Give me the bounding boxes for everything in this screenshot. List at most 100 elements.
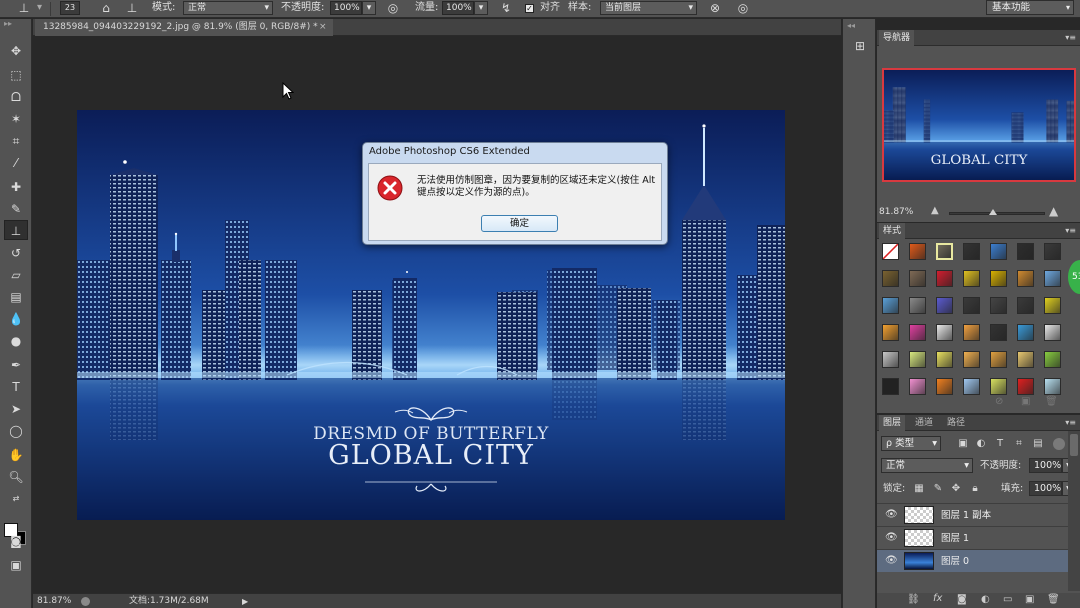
tab-layers[interactable]: 图层 [879, 415, 906, 431]
layer-style-icon[interactable]: fx [933, 593, 942, 604]
style-swatch[interactable] [882, 324, 899, 341]
mode-select[interactable]: 正常 ▾ [183, 1, 273, 15]
sample-select[interactable]: 当前图层 ▾ [600, 1, 697, 15]
style-swatch[interactable] [990, 297, 1007, 314]
style-swatch[interactable] [990, 270, 1007, 287]
pen-tool-icon[interactable]: ✒ [4, 355, 28, 375]
layer-name[interactable]: 图层 0 [941, 550, 969, 573]
eyedropper-tool-icon[interactable]: ⁄ [4, 153, 28, 173]
tab-paths[interactable]: 路径 [943, 415, 969, 431]
style-swatch[interactable] [963, 351, 980, 368]
style-swatch[interactable] [1017, 351, 1034, 368]
style-swatch[interactable] [936, 243, 953, 260]
tab-channels[interactable]: 通道 [911, 415, 937, 431]
history-brush-tool-icon[interactable]: ↺ [4, 243, 28, 263]
screen-mode-icon[interactable]: ▣ [4, 555, 28, 575]
delete-style-icon[interactable]: 🗑︎ [1045, 396, 1058, 407]
airbrush-icon[interactable]: ↯ [496, 0, 516, 18]
style-swatch[interactable] [909, 243, 926, 260]
type-tool-icon[interactable]: T [4, 377, 28, 397]
style-swatch[interactable] [882, 351, 899, 368]
pressure-size-icon[interactable]: ◎ [733, 0, 753, 18]
status-zoom[interactable]: 81.87% [37, 594, 71, 608]
eraser-tool-icon[interactable]: ▱ [4, 265, 28, 285]
filter-toggle-icon[interactable] [1053, 438, 1065, 450]
layer-row[interactable]: 👁︎ 图层 1 副本 [877, 503, 1068, 526]
tab-navigator[interactable]: 导航器 [879, 30, 915, 46]
style-swatch[interactable] [1044, 243, 1061, 260]
style-swatch[interactable] [1044, 324, 1061, 341]
style-swatch[interactable] [1017, 324, 1034, 341]
zoom-in-icon[interactable]: ▲ [1049, 204, 1058, 218]
new-layer-icon[interactable]: ▣ [1025, 594, 1034, 605]
panel-grip-icon[interactable]: ◂◂ [847, 21, 855, 30]
flow-dropdown-button[interactable]: ▾ [474, 1, 488, 15]
zoom-out-icon[interactable]: ▲ [931, 205, 939, 216]
filter-type-icon[interactable]: T [994, 438, 1006, 450]
navigator-preview[interactable]: GLOBAL CITY [882, 68, 1076, 182]
layer-row[interactable]: 👁︎ 图层 0 [877, 549, 1068, 572]
layer-thumbnail[interactable] [904, 506, 934, 524]
style-swatch[interactable] [936, 270, 953, 287]
tab-styles[interactable]: 样式 [879, 223, 906, 239]
adjustment-layer-icon[interactable]: ◐ [981, 594, 990, 605]
filter-smart-object-icon[interactable]: ▤ [1032, 438, 1044, 450]
style-swatch[interactable] [1044, 297, 1061, 314]
style-swatch[interactable] [936, 297, 953, 314]
style-swatch[interactable] [963, 297, 980, 314]
add-mask-icon[interactable]: ◙ [957, 594, 967, 605]
path-selection-tool-icon[interactable]: ➤ [4, 399, 28, 419]
crop-tool-icon[interactable]: ⌗ [4, 131, 28, 151]
lock-position-icon[interactable]: ✥ [950, 483, 962, 495]
dodge-tool-icon[interactable]: ● [4, 331, 28, 351]
pressure-opacity-icon[interactable]: ◎ [383, 0, 403, 18]
gradient-tool-icon[interactable]: ▤ [4, 287, 28, 307]
layer-row[interactable]: 👁︎ 图层 1 [877, 526, 1068, 549]
status-info-icon[interactable] [81, 597, 90, 606]
navigator-zoom-value[interactable]: 81.87% [879, 207, 913, 217]
clone-stamp-tool-icon[interactable]: ⊥ [4, 220, 28, 240]
style-swatch[interactable] [1044, 270, 1061, 287]
style-swatch[interactable] [963, 378, 980, 395]
style-swatch[interactable] [963, 243, 980, 260]
style-swatch[interactable] [1044, 351, 1061, 368]
clone-source-panel-icon[interactable]: ⌂ [96, 0, 116, 18]
filter-shape-icon[interactable]: ⌗ [1013, 438, 1025, 450]
opacity-input[interactable]: 100% [330, 1, 362, 15]
opacity-dropdown-button[interactable]: ▾ [362, 1, 376, 15]
quick-mask-icon[interactable]: ◙ [4, 531, 28, 551]
style-swatch[interactable] [936, 378, 953, 395]
brush-panel-icon[interactable]: ⊥ [122, 0, 142, 18]
magic-wand-tool-icon[interactable]: ✶ [4, 109, 28, 129]
aligned-checkbox[interactable]: ✓ [525, 4, 534, 13]
lock-all-icon[interactable]: 🔒︎ [969, 483, 981, 495]
style-swatch[interactable] [909, 270, 926, 287]
panel-grip-icon[interactable]: ▸▸ [4, 20, 28, 28]
document-tab[interactable]: 13285984_094403229192_2.jpg @ 81.9% (图层 … [35, 19, 333, 36]
layer-name[interactable]: 图层 1 [941, 527, 969, 550]
style-swatch[interactable] [1017, 297, 1034, 314]
lasso-tool-icon[interactable]: ᗝ [4, 87, 28, 107]
ignore-adjustment-layers-icon[interactable]: ⊗ [705, 0, 725, 18]
fill-input[interactable]: 100% [1029, 481, 1062, 496]
close-icon[interactable]: × [319, 19, 327, 36]
slider-handle[interactable] [989, 209, 997, 215]
style-swatch[interactable] [963, 324, 980, 341]
layer-thumbnail[interactable] [904, 552, 934, 570]
style-swatch[interactable] [963, 270, 980, 287]
default-colors-icon[interactable]: ⇄ [4, 489, 28, 509]
flow-input[interactable]: 100% [442, 1, 474, 15]
workspace-select[interactable]: 基本功能 ▾ [986, 0, 1074, 15]
clear-style-icon[interactable]: ⊘ [995, 396, 1003, 407]
layer-opacity-input[interactable]: 100% [1029, 458, 1062, 473]
style-swatch[interactable] [882, 378, 899, 395]
new-group-icon[interactable]: ▭ [1003, 594, 1012, 605]
lock-image-icon[interactable]: ✎ [932, 483, 944, 495]
style-swatch[interactable] [909, 297, 926, 314]
layers-scrollbar[interactable] [1068, 431, 1080, 591]
style-swatch[interactable] [1044, 378, 1061, 395]
ellipse-tool-icon[interactable]: ◯ [4, 421, 28, 441]
blend-mode-select[interactable]: 正常 ▾ [881, 458, 973, 473]
navigator-zoom-slider[interactable] [949, 212, 1045, 215]
visibility-eye-icon[interactable]: 👁︎ [885, 509, 898, 520]
